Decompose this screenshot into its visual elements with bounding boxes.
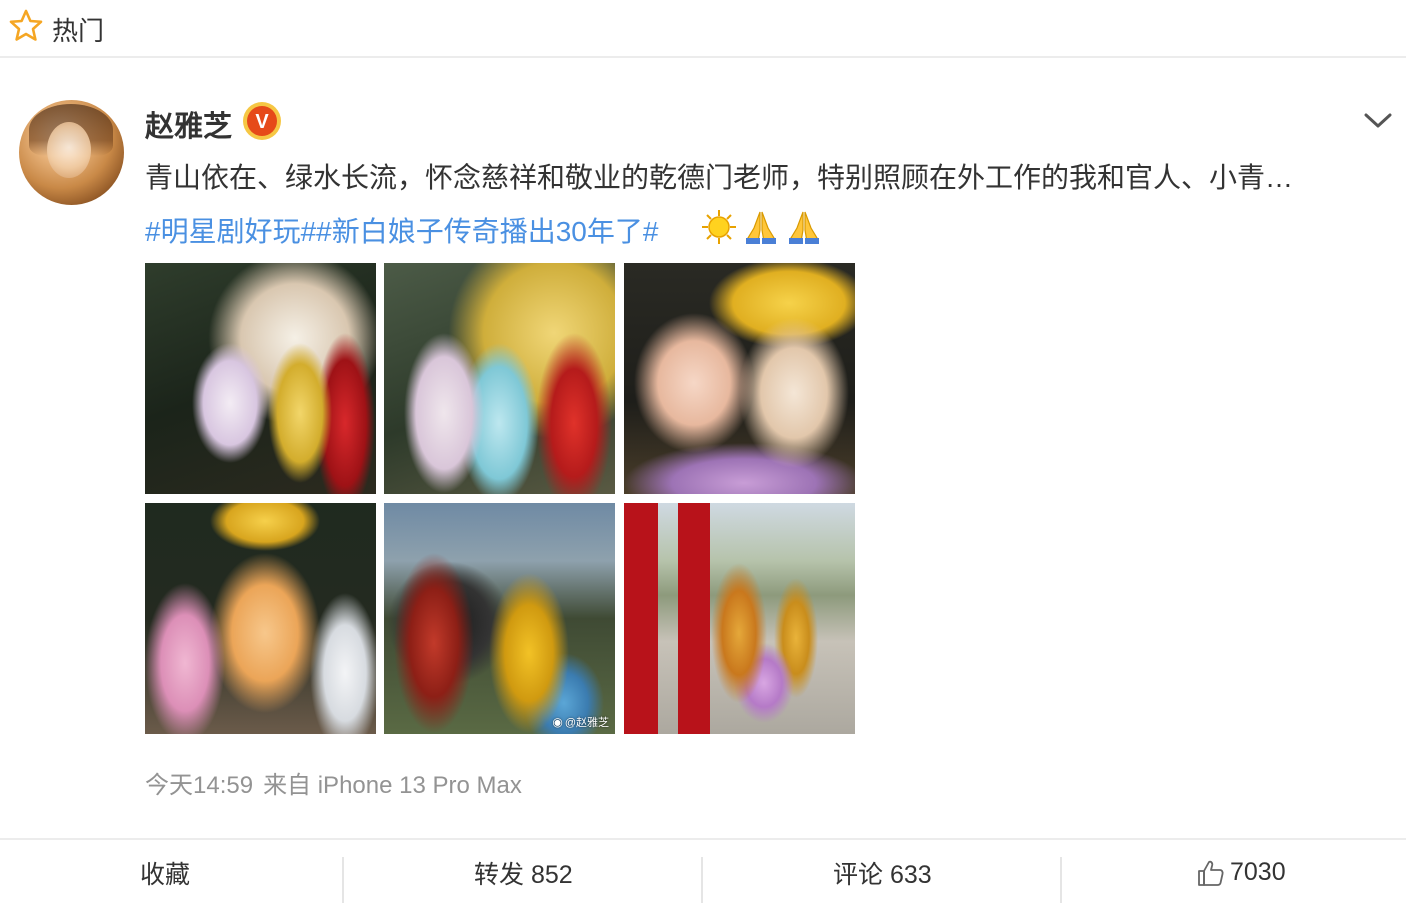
- header-title: 热门: [52, 16, 105, 46]
- collect-label: 收藏: [140, 860, 191, 889]
- pray-emoji-icon: [746, 211, 777, 244]
- like-button[interactable]: 7030: [1196, 840, 1286, 905]
- photo-1[interactable]: [145, 263, 376, 494]
- top-header: 热门: [0, 0, 1406, 58]
- weibo-post-page: 热门 赵雅芝 V 青山依在、绿水长流，怀念慈祥和敬业的乾德门老师，特别照顾在外工…: [0, 0, 1406, 905]
- post-text: 青山依在、绿水长流，怀念慈祥和敬业的乾德门老师，特别照顾在外工作的我和官人、小青…: [145, 162, 1294, 193]
- repost-label: 转发 852: [474, 860, 573, 889]
- photo-5[interactable]: ◉ @赵雅芝: [384, 503, 615, 734]
- comment-button[interactable]: 评论 633: [833, 840, 932, 905]
- pray-emoji-icon: [788, 211, 819, 244]
- post-topics[interactable]: #明星剧好玩##新白娘子传奇播出30年了#: [145, 210, 658, 250]
- avatar[interactable]: [19, 100, 124, 205]
- divider: [701, 857, 703, 903]
- action-bar: 收藏 转发 852 评论 633 7030: [0, 838, 1406, 905]
- photo-3[interactable]: [624, 263, 855, 494]
- divider: [342, 857, 344, 903]
- post-time[interactable]: 今天14:59: [145, 772, 253, 799]
- star-outline-icon: [9, 9, 43, 41]
- comment-label: 评论 633: [833, 860, 932, 889]
- divider: [1060, 857, 1062, 903]
- svg-text:V: V: [255, 111, 269, 133]
- chevron-down-icon[interactable]: [1361, 106, 1395, 134]
- author-name[interactable]: 赵雅芝: [145, 103, 232, 145]
- photo-watermark: ◉ @赵雅芝: [552, 715, 609, 729]
- thumbs-up-icon: [1198, 860, 1224, 886]
- emoji-row: [700, 208, 823, 246]
- post-meta: 今天14:59 来自 iPhone 13 Pro Max: [145, 765, 522, 800]
- photo-6[interactable]: [624, 503, 855, 734]
- weibo-logo-icon: ◉: [552, 715, 563, 729]
- repost-button[interactable]: 转发 852: [474, 840, 573, 905]
- sun-emoji-icon: [702, 210, 736, 244]
- collect-button[interactable]: 收藏: [140, 840, 190, 905]
- post-source: 来自 iPhone 13 Pro Max: [263, 772, 522, 799]
- photo-4[interactable]: [145, 503, 376, 734]
- photo-2[interactable]: [384, 263, 615, 494]
- verified-badge-icon: V: [243, 102, 281, 140]
- like-count: 7030: [1230, 858, 1286, 886]
